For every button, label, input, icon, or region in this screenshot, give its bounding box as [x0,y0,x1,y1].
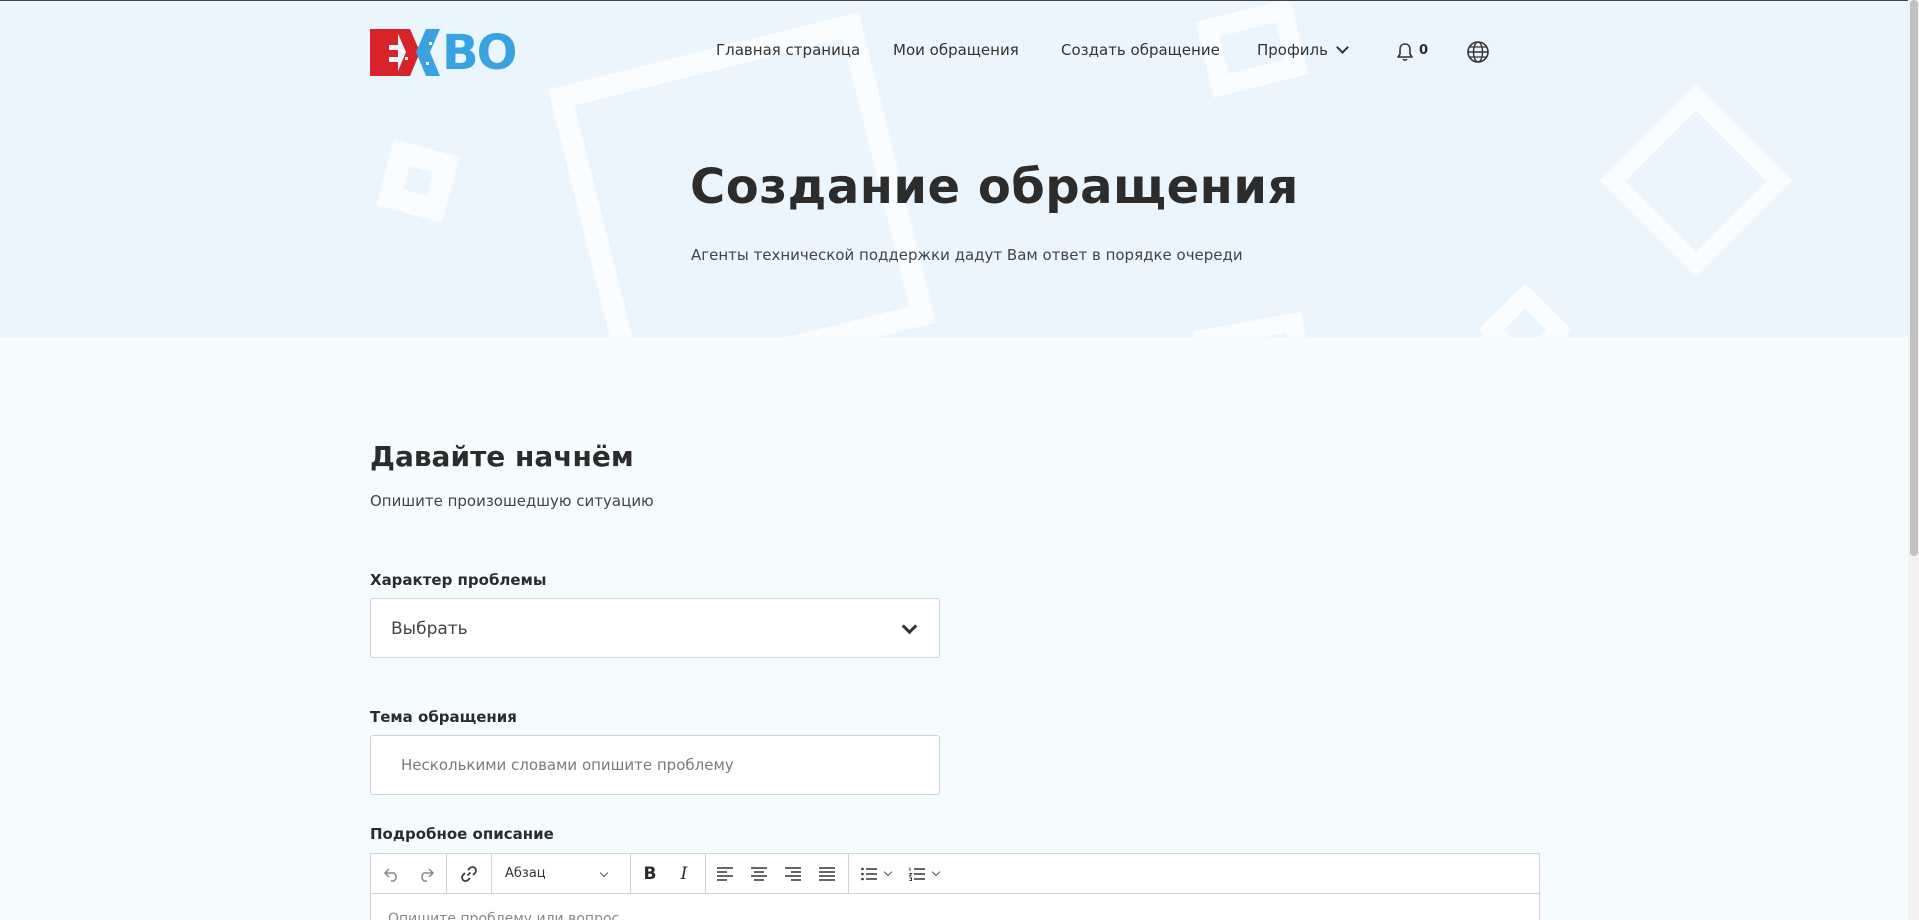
toolbar-divider [491,854,492,893]
toolbar-divider [705,854,706,893]
logo-text: BO [442,25,517,81]
toolbar-divider [848,854,849,893]
subject-label: Тема обращения [370,708,517,726]
logo-e-mark [370,29,399,76]
form-title: Давайте начнём [370,440,634,473]
align-justify-button[interactable] [812,854,842,893]
scrollbar-thumb[interactable] [1910,0,1918,556]
chevron-down-icon [931,867,941,876]
toolbar-divider [446,854,447,893]
decor-square [1192,311,1314,337]
chevron-down-icon [883,867,893,876]
globe-icon[interactable] [1466,40,1490,64]
numbered-list-button[interactable] [901,854,947,893]
nav-profile-label: Профиль [1257,41,1328,59]
paragraph-format-value: Абзац [505,866,546,881]
description-placeholder: Опишите проблему или вопрос [388,911,620,920]
align-center-icon [751,866,767,881]
nav-my-requests-link[interactable]: Мои обращения [893,41,1019,59]
notifications-button[interactable]: 0 [1393,41,1429,63]
align-justify-icon [819,866,835,881]
undo-icon [383,867,397,882]
bell-icon [1397,43,1413,62]
problem-type-select[interactable]: Выбрать [370,598,940,658]
align-right-icon [785,866,801,881]
chevron-down-icon [901,618,918,635]
align-left-button[interactable] [710,854,740,893]
link-button[interactable] [452,854,486,893]
form-subtitle: Опишите произошедшую ситуацию [370,492,654,510]
page-title: Создание обращения [690,159,1299,215]
italic-button[interactable]: I [669,854,699,893]
description-label: Подробное описание [370,825,554,843]
nav-create-request-link[interactable]: Создать обращение [1061,41,1220,59]
description-editor[interactable]: Абзац B I Опишите проблему или вопрос [370,853,1540,920]
toolbar-divider [630,854,631,893]
decor-square [376,139,460,223]
nav-profile-menu[interactable]: Профиль [1257,41,1349,59]
numbered-list-icon [909,867,925,881]
decor-diamond [1599,84,1793,278]
logo[interactable]: BO [370,25,517,81]
align-left-icon [717,866,733,881]
chevron-down-icon [1336,41,1349,54]
page-subtitle: Агенты технической поддержки дадут Вам о… [691,246,1243,264]
hero-banner: BO Главная страница Мои обращения Создат… [0,1,1908,337]
bullet-list-icon [861,867,877,880]
undo-button[interactable] [377,854,407,893]
subject-input[interactable] [370,735,940,795]
notification-count: 0 [1419,43,1429,58]
redo-icon [421,867,435,882]
align-center-button[interactable] [744,854,774,893]
bullet-list-button[interactable] [853,854,899,893]
editor-toolbar: Абзац B I [371,854,1539,894]
paragraph-format-dropdown[interactable]: Абзац [495,854,621,893]
redo-button[interactable] [411,854,441,893]
problem-type-label: Характер проблемы [370,571,547,589]
nav-home-link[interactable]: Главная страница [716,41,860,59]
link-icon [461,865,477,882]
bold-button[interactable]: B [635,854,665,893]
chevron-down-icon [599,868,609,878]
align-right-button[interactable] [778,854,808,893]
decor-diamond [1478,283,1572,337]
logo-x-mark [396,29,440,76]
problem-type-value: Выбрать [391,619,468,639]
